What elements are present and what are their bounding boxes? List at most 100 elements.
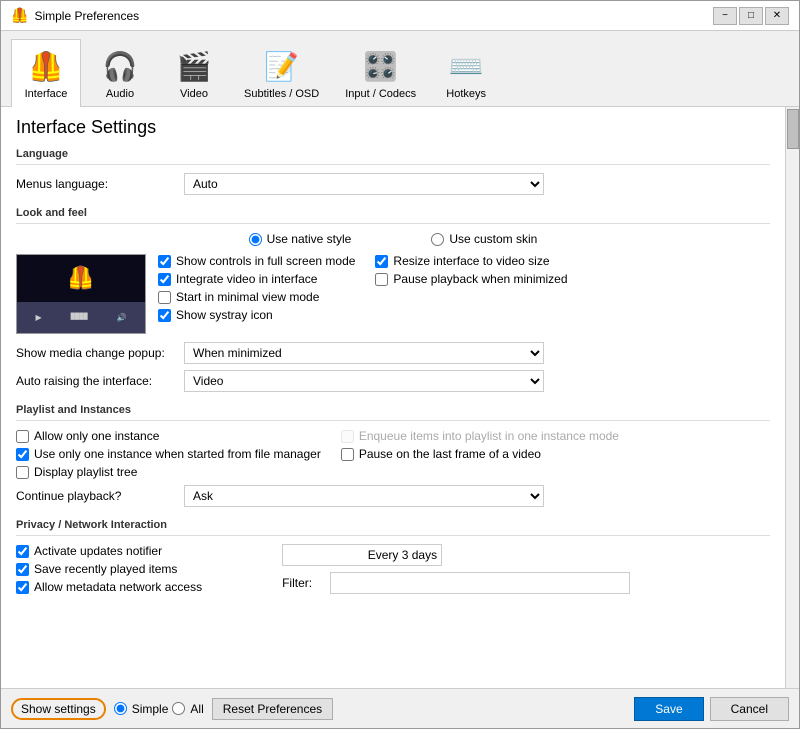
tab-hotkeys[interactable]: ⌨️ Hotkeys xyxy=(431,39,501,106)
show-settings-button[interactable]: Show settings xyxy=(11,698,106,720)
resize-interface-label: Resize interface to video size xyxy=(393,254,549,268)
integrate-video-label: Integrate video in interface xyxy=(176,272,317,286)
tab-input[interactable]: 🎛️ Input / Codecs xyxy=(334,39,427,106)
filter-row: Filter: xyxy=(282,572,630,594)
tab-video[interactable]: 🎬 Video xyxy=(159,39,229,106)
pause-last-frame-input[interactable] xyxy=(341,448,354,461)
metadata-access-input[interactable] xyxy=(16,581,29,594)
scrollbar[interactable] xyxy=(785,107,799,688)
bar-icon: ████ xyxy=(71,314,88,320)
native-style-label: Use native style xyxy=(267,232,352,246)
subtitles-tab-label: Subtitles / OSD xyxy=(244,88,319,100)
filter-input[interactable] xyxy=(330,572,630,594)
menus-language-label: Menus language: xyxy=(16,177,176,191)
metadata-access-checkbox[interactable]: Allow metadata network access xyxy=(16,580,202,594)
look-feel-section: Look and feel Use native style Use custo… xyxy=(16,207,770,392)
minimal-view-label: Start in minimal view mode xyxy=(176,290,319,304)
updates-interval-row xyxy=(282,544,630,566)
native-style-radio[interactable] xyxy=(249,233,262,246)
display-playlist-input[interactable] xyxy=(16,466,29,479)
play-icon: ▶ xyxy=(35,313,41,322)
all-mode-option[interactable]: All xyxy=(172,702,203,716)
playlist-checkboxes-left: Allow only one instance Use only one ins… xyxy=(16,429,321,479)
updates-interval-input[interactable] xyxy=(282,544,442,566)
display-playlist-checkbox[interactable]: Display playlist tree xyxy=(16,465,321,479)
minimize-button[interactable]: − xyxy=(713,7,737,25)
pause-minimized-checkbox[interactable]: Pause playback when minimized xyxy=(375,272,567,286)
one-instance-file-label: Use only one instance when started from … xyxy=(34,447,321,461)
minimal-view-checkbox[interactable]: Start in minimal view mode xyxy=(158,290,355,304)
cancel-button[interactable]: Cancel xyxy=(710,697,789,721)
custom-skin-label: Use custom skin xyxy=(449,232,537,246)
resize-interface-checkbox[interactable]: Resize interface to video size xyxy=(375,254,567,268)
language-section-title: Language xyxy=(16,148,770,160)
checkbox-col-2: Resize interface to video size Pause pla… xyxy=(375,254,567,322)
title-bar-left: 🦺 Simple Preferences xyxy=(11,7,139,24)
preview-row: 🦺 ▶ ████ 🔊 xyxy=(16,254,770,334)
auto-raising-select[interactable]: Video Always Never xyxy=(184,370,544,392)
pause-last-frame-checkbox[interactable]: Pause on the last frame of a video xyxy=(341,447,619,461)
continue-playback-label: Continue playback? xyxy=(16,489,176,503)
one-instance-input[interactable] xyxy=(16,430,29,443)
input-tab-icon: 🎛️ xyxy=(361,46,401,86)
updates-notifier-checkbox[interactable]: Activate updates notifier xyxy=(16,544,202,558)
recently-played-checkbox[interactable]: Save recently played items xyxy=(16,562,202,576)
content-area: Interface Settings Language Menus langua… xyxy=(1,107,799,688)
one-instance-checkbox[interactable]: Allow only one instance xyxy=(16,429,321,443)
show-media-popup-select[interactable]: When minimized Always Never xyxy=(184,342,544,364)
tab-subtitles[interactable]: 📝 Subtitles / OSD xyxy=(233,39,330,106)
tab-audio[interactable]: 🎧 Audio xyxy=(85,39,155,106)
volume-icon: 🔊 xyxy=(117,313,127,322)
privacy-checkboxes: Activate updates notifier Save recently … xyxy=(16,544,202,594)
all-mode-label: All xyxy=(190,702,203,716)
all-mode-radio[interactable] xyxy=(172,702,185,715)
audio-tab-icon: 🎧 xyxy=(100,46,140,86)
enqueue-items-label: Enqueue items into playlist in one insta… xyxy=(359,429,619,443)
subtitles-tab-icon: 📝 xyxy=(262,46,302,86)
one-instance-file-input[interactable] xyxy=(16,448,29,461)
fullscreen-controls-input[interactable] xyxy=(158,255,171,268)
native-style-option[interactable]: Use native style xyxy=(249,232,352,246)
filter-label: Filter: xyxy=(282,576,322,590)
recently-played-input[interactable] xyxy=(16,563,29,576)
updates-notifier-input[interactable] xyxy=(16,545,29,558)
pause-minimized-label: Pause playback when minimized xyxy=(393,272,567,286)
custom-skin-option[interactable]: Use custom skin xyxy=(431,232,537,246)
systray-checkbox[interactable]: Show systray icon xyxy=(158,308,355,322)
reset-preferences-button[interactable]: Reset Preferences xyxy=(212,698,333,720)
language-section: Language Menus language: Auto English Fr… xyxy=(16,148,770,195)
minimal-view-input[interactable] xyxy=(158,291,171,304)
show-media-popup-row: Show media change popup: When minimized … xyxy=(16,342,770,364)
close-button[interactable]: ✕ xyxy=(765,7,789,25)
simple-mode-option[interactable]: Simple xyxy=(114,702,169,716)
playlist-section-title: Playlist and Instances xyxy=(16,404,770,416)
pause-last-frame-label: Pause on the last frame of a video xyxy=(359,447,541,461)
resize-interface-input[interactable] xyxy=(375,255,388,268)
one-instance-file-checkbox[interactable]: Use only one instance when started from … xyxy=(16,447,321,461)
main-window: 🦺 Simple Preferences − □ ✕ 🦺 Interface 🎧… xyxy=(0,0,800,729)
enqueue-items-checkbox[interactable]: Enqueue items into playlist in one insta… xyxy=(341,429,619,443)
simple-mode-radio[interactable] xyxy=(114,702,127,715)
systray-input[interactable] xyxy=(158,309,171,322)
video-tab-icon: 🎬 xyxy=(174,46,214,86)
interface-tab-label: Interface xyxy=(25,88,68,100)
tab-interface[interactable]: 🦺 Interface xyxy=(11,39,81,107)
continue-playback-row: Continue playback? Ask Always Never xyxy=(16,485,770,507)
menus-language-select[interactable]: Auto English French German Spanish xyxy=(184,173,544,195)
scrollbar-thumb[interactable] xyxy=(787,109,799,149)
integrate-video-input[interactable] xyxy=(158,273,171,286)
pause-minimized-input[interactable] xyxy=(375,273,388,286)
continue-playback-select[interactable]: Ask Always Never xyxy=(184,485,544,507)
page-title: Interface Settings xyxy=(16,117,770,138)
hotkeys-tab-label: Hotkeys xyxy=(446,88,486,100)
integrate-video-checkbox[interactable]: Integrate video in interface xyxy=(158,272,355,286)
checkbox-col-1: Show controls in full screen mode Integr… xyxy=(158,254,355,322)
updates-notifier-label: Activate updates notifier xyxy=(34,544,162,558)
save-button[interactable]: Save xyxy=(634,697,703,721)
fullscreen-controls-checkbox[interactable]: Show controls in full screen mode xyxy=(158,254,355,268)
privacy-right: Filter: xyxy=(282,544,630,600)
custom-skin-radio[interactable] xyxy=(431,233,444,246)
maximize-button[interactable]: □ xyxy=(739,7,763,25)
interface-tab-icon: 🦺 xyxy=(26,46,66,86)
enqueue-items-input xyxy=(341,430,354,443)
